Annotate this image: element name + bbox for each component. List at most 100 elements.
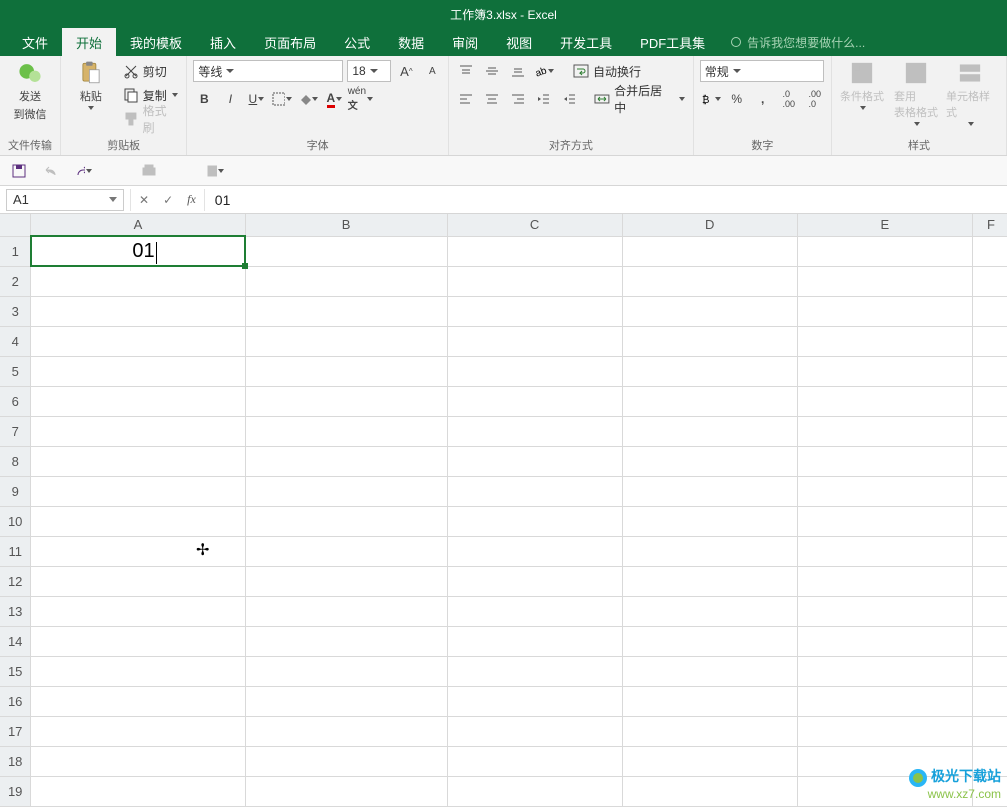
percent-button[interactable]: %: [726, 88, 748, 110]
col-header-F[interactable]: F: [972, 214, 1007, 236]
cell[interactable]: [972, 356, 1007, 386]
cell[interactable]: [622, 716, 797, 746]
cell[interactable]: [972, 236, 1007, 266]
cell[interactable]: [31, 686, 245, 716]
worksheet[interactable]: A B C D E F 1012345678910111213141516171…: [0, 214, 1007, 807]
cell[interactable]: [245, 446, 447, 476]
tab-mytemplates[interactable]: 我的模板: [116, 28, 196, 56]
cell[interactable]: [622, 416, 797, 446]
italic-button[interactable]: I: [219, 88, 241, 110]
cell[interactable]: [972, 326, 1007, 356]
redo-button[interactable]: [74, 162, 92, 180]
decrease-indent-button[interactable]: [533, 88, 555, 110]
cell[interactable]: [245, 656, 447, 686]
row-header[interactable]: 3: [0, 296, 31, 326]
tab-formulas[interactable]: 公式: [330, 28, 384, 56]
cell[interactable]: 01: [31, 236, 245, 266]
cell[interactable]: [972, 626, 1007, 656]
row-header[interactable]: 10: [0, 506, 31, 536]
merge-center-button[interactable]: 合并后居中: [592, 88, 686, 110]
cell[interactable]: [245, 776, 447, 806]
cell[interactable]: [972, 446, 1007, 476]
cell[interactable]: [622, 446, 797, 476]
conditional-format-button[interactable]: 条件格式: [838, 60, 886, 110]
cell[interactable]: [972, 716, 1007, 746]
cell[interactable]: [31, 566, 245, 596]
cell[interactable]: [31, 746, 245, 776]
tab-home[interactable]: 开始: [62, 28, 116, 56]
cell[interactable]: [447, 356, 622, 386]
cell[interactable]: [447, 386, 622, 416]
increase-decimal-button[interactable]: .0.00: [778, 88, 800, 110]
cell[interactable]: [31, 266, 245, 296]
col-header-A[interactable]: A: [31, 214, 245, 236]
cell[interactable]: [447, 476, 622, 506]
cell[interactable]: [447, 776, 622, 806]
row-header[interactable]: 1: [0, 236, 31, 266]
cell[interactable]: [245, 476, 447, 506]
phonetic-button[interactable]: wén文: [349, 88, 371, 110]
cell[interactable]: [622, 236, 797, 266]
cell[interactable]: [447, 686, 622, 716]
row-header[interactable]: 2: [0, 266, 31, 296]
cell[interactable]: [797, 716, 972, 746]
col-header-C[interactable]: C: [447, 214, 622, 236]
cell[interactable]: [972, 476, 1007, 506]
cell[interactable]: [245, 626, 447, 656]
cell[interactable]: [972, 386, 1007, 416]
bold-button[interactable]: B: [193, 88, 215, 110]
cell[interactable]: [797, 476, 972, 506]
cell[interactable]: [31, 626, 245, 656]
row-header[interactable]: 17: [0, 716, 31, 746]
align-center-button[interactable]: [481, 88, 503, 110]
row-header[interactable]: 9: [0, 476, 31, 506]
undo-button[interactable]: [42, 162, 60, 180]
cell[interactable]: [31, 656, 245, 686]
cell[interactable]: [622, 686, 797, 716]
tab-review[interactable]: 审阅: [438, 28, 492, 56]
cell[interactable]: [972, 686, 1007, 716]
cell[interactable]: [245, 566, 447, 596]
cell[interactable]: [245, 536, 447, 566]
row-header[interactable]: 6: [0, 386, 31, 416]
cell[interactable]: [31, 416, 245, 446]
cell[interactable]: [447, 326, 622, 356]
cell[interactable]: [245, 716, 447, 746]
col-header-E[interactable]: E: [797, 214, 972, 236]
font-name-combo[interactable]: 等线: [193, 60, 343, 82]
tab-pdf[interactable]: PDF工具集: [626, 28, 719, 56]
name-box[interactable]: A1: [6, 189, 124, 211]
row-header[interactable]: 13: [0, 596, 31, 626]
cell[interactable]: [797, 536, 972, 566]
fill-color-button[interactable]: [297, 88, 319, 110]
cell[interactable]: [622, 566, 797, 596]
row-header[interactable]: 14: [0, 626, 31, 656]
send-to-wechat-button[interactable]: 发送 到微信: [6, 60, 54, 122]
cell[interactable]: [972, 656, 1007, 686]
tab-file[interactable]: 文件: [8, 28, 62, 56]
tab-developer[interactable]: 开发工具: [546, 28, 626, 56]
cell[interactable]: [245, 326, 447, 356]
formula-input[interactable]: 01: [205, 192, 1007, 208]
cell[interactable]: [447, 536, 622, 566]
cell[interactable]: [797, 296, 972, 326]
cell[interactable]: [972, 296, 1007, 326]
row-header[interactable]: 19: [0, 776, 31, 806]
tell-me[interactable]: 告诉我您想要做什么...: [731, 28, 865, 56]
number-format-combo[interactable]: 常规: [700, 60, 824, 82]
cell[interactable]: [447, 506, 622, 536]
cell[interactable]: [245, 686, 447, 716]
cell[interactable]: [447, 296, 622, 326]
cell[interactable]: [622, 386, 797, 416]
cell[interactable]: [31, 536, 245, 566]
tab-insert[interactable]: 插入: [196, 28, 250, 56]
align-top-button[interactable]: [455, 60, 477, 82]
cell[interactable]: [797, 356, 972, 386]
cell[interactable]: [622, 326, 797, 356]
cell[interactable]: [447, 656, 622, 686]
cell[interactable]: [245, 296, 447, 326]
comma-button[interactable]: ,: [752, 88, 774, 110]
font-color-button[interactable]: A: [323, 88, 345, 110]
cell[interactable]: [972, 266, 1007, 296]
cell[interactable]: [972, 566, 1007, 596]
